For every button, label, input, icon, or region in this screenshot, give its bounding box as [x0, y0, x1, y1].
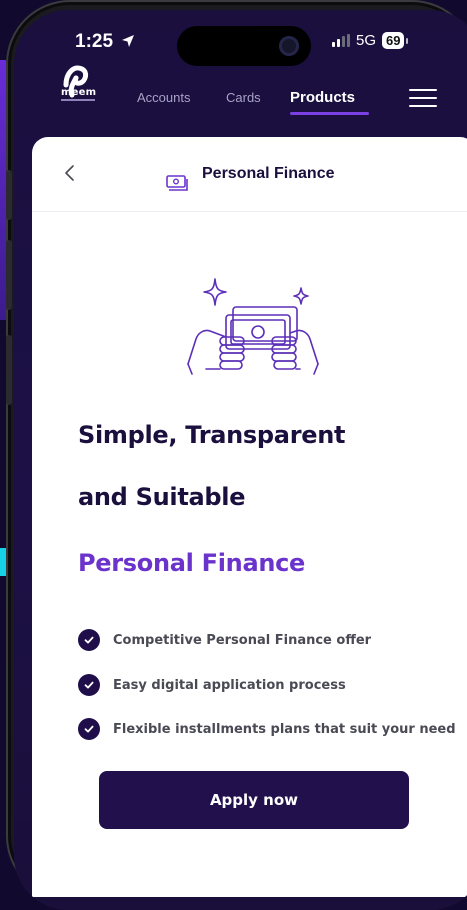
tab-accounts[interactable]: Accounts — [137, 90, 190, 105]
tab-products[interactable]: Products — [290, 89, 355, 106]
camera-icon — [279, 36, 299, 56]
dynamic-island — [177, 26, 311, 66]
check-icon — [78, 674, 100, 696]
feature-item: Easy digital application process — [78, 674, 346, 696]
signal-icon — [332, 34, 350, 47]
location-arrow-icon — [122, 35, 135, 47]
back-button[interactable] — [60, 163, 80, 183]
phone-side-button — [6, 335, 12, 405]
check-icon — [78, 629, 100, 651]
status-time-text: 1:25 — [75, 31, 114, 52]
status-indicators: 5G 69 — [332, 32, 409, 49]
status-time: 1:25 — [75, 31, 135, 53]
page-title: Personal Finance — [202, 165, 335, 182]
apply-now-button[interactable]: Apply now — [99, 771, 409, 829]
chevron-left-icon — [65, 165, 74, 181]
check-icon — [78, 718, 100, 740]
feature-text: Competitive Personal Finance offer — [113, 632, 372, 648]
menu-icon[interactable] — [409, 89, 437, 107]
content-card: Personal Finance Simple, Transparent and… — [32, 137, 467, 897]
network-type: 5G — [356, 32, 377, 49]
tab-cards[interactable]: Cards — [226, 90, 261, 105]
feature-item: Flexible installments plans that suit yo… — [78, 718, 456, 740]
page-header: Personal Finance — [32, 137, 467, 212]
feature-text: Easy digital application process — [113, 677, 346, 693]
battery-tip — [406, 37, 409, 44]
logo-text: meem — [61, 87, 97, 98]
phone-side-button — [6, 240, 12, 310]
headline-line-2: and Suitable — [78, 483, 246, 511]
battery-icon: 69 — [382, 32, 405, 49]
app-screen: 1:25 5G 69 meem Accounts Cards Products — [14, 10, 467, 910]
headline-line-1: Simple, Transparent — [78, 421, 346, 449]
logo-tagline — [61, 99, 95, 101]
phone-side-button — [6, 170, 12, 220]
feature-item: Competitive Personal Finance offer — [78, 629, 371, 651]
feature-text: Flexible installments plans that suit yo… — [113, 721, 456, 737]
active-tab-indicator — [290, 112, 369, 115]
headline-accent: Personal Finance — [78, 549, 306, 577]
cash-icon — [166, 175, 188, 191]
finance-illustration-icon — [187, 278, 319, 375]
